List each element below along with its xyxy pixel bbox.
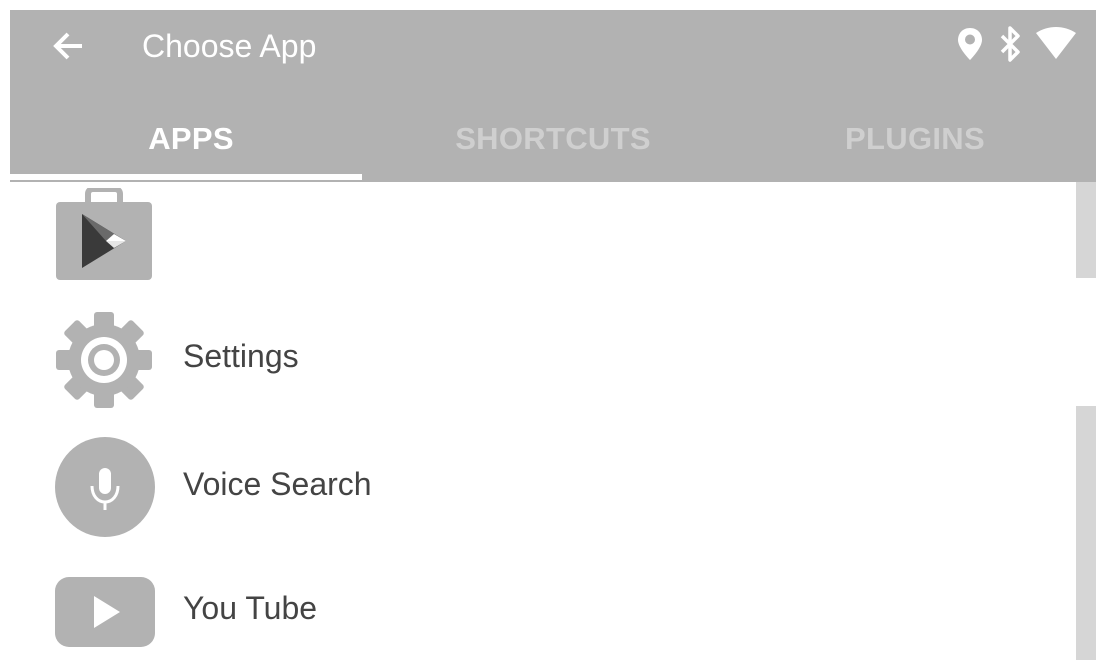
- tab-plugins[interactable]: PLUGINS: [734, 96, 1096, 182]
- list-item-voice-search[interactable]: Voice Search: [10, 434, 1070, 540]
- list-item-settings[interactable]: Settings: [10, 308, 1070, 412]
- list-item-play-store[interactable]: [10, 182, 1070, 282]
- arrow-left-icon: [52, 31, 84, 66]
- app-label: Settings: [183, 338, 299, 374]
- wifi-icon: [1036, 26, 1076, 66]
- status-icons: [956, 25, 1076, 67]
- scrollbar-thumb-top[interactable]: [1076, 182, 1096, 278]
- app-list[interactable]: Settings Voice Search You Tube: [10, 182, 1074, 660]
- scrollbar-thumb[interactable]: [1076, 406, 1096, 660]
- app-label: Voice Search: [183, 466, 372, 502]
- list-item-youtube[interactable]: You Tube: [10, 572, 1070, 652]
- page-title: Choose App: [142, 28, 317, 64]
- gear-icon: [54, 310, 154, 410]
- tab-shortcuts[interactable]: SHORTCUTS: [372, 96, 734, 182]
- app-bar: Choose App APPS SHORTCUTS PLUGINS: [10, 10, 1096, 182]
- microphone-icon: [54, 436, 156, 538]
- play-store-icon: [54, 188, 154, 280]
- app-label: You Tube: [183, 590, 318, 626]
- bluetooth-icon: [998, 25, 1022, 67]
- back-button[interactable]: [48, 30, 88, 66]
- youtube-play-icon: [54, 576, 156, 648]
- scrollbar[interactable]: [1076, 182, 1096, 660]
- choose-app-screen: Choose App APPS SHORTCUTS PLUGINS Settin…: [0, 0, 1096, 660]
- tab-bar: APPS SHORTCUTS PLUGINS: [10, 96, 1096, 182]
- tab-apps[interactable]: APPS: [10, 96, 372, 182]
- location-pin-icon: [956, 26, 984, 67]
